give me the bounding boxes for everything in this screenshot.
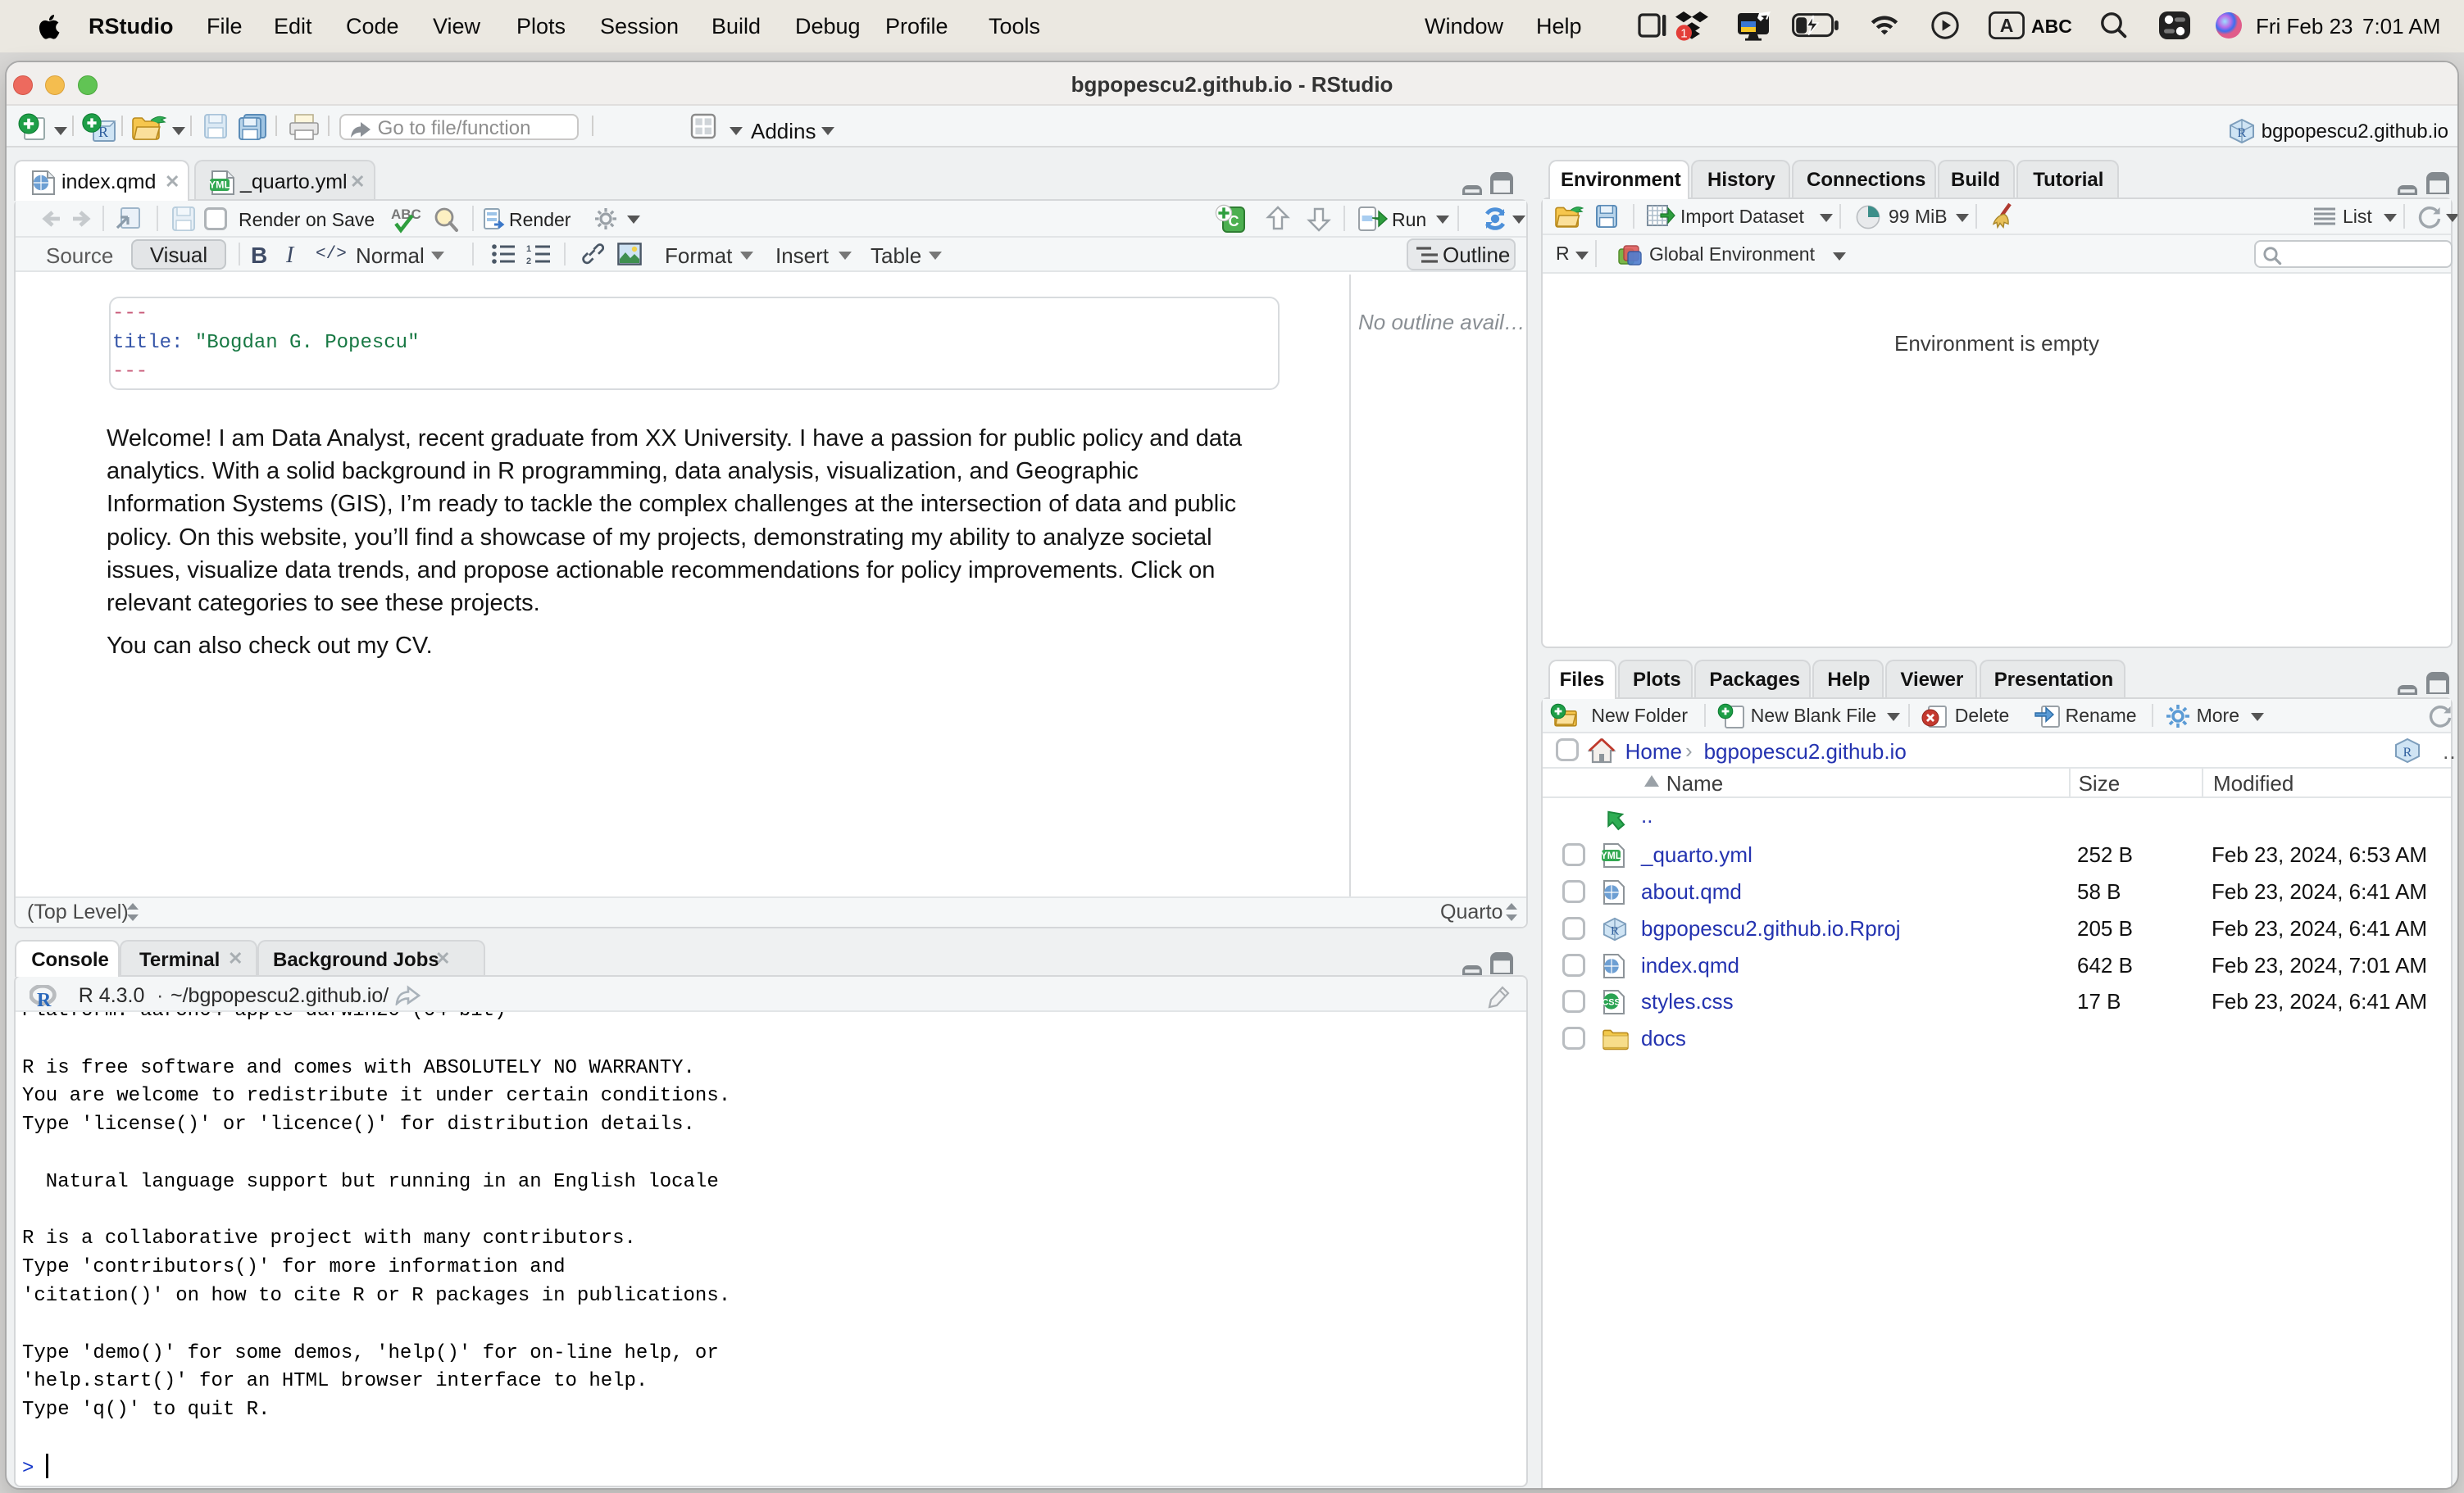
svg-text:YML: YML <box>1602 850 1621 861</box>
svg-text:CSS: CSS <box>1602 998 1620 1008</box>
svg-text:YML: YML <box>209 179 231 191</box>
svg-text:R: R <box>2403 746 2412 760</box>
svg-text:A: A <box>2000 15 2014 36</box>
svg-text:1: 1 <box>526 244 531 254</box>
svg-text:R: R <box>1611 924 1620 937</box>
svg-text:R: R <box>2238 126 2247 140</box>
svg-text:R: R <box>37 990 52 1008</box>
svg-text:2: 2 <box>526 256 531 265</box>
svg-text:ABC: ABC <box>391 206 421 222</box>
svg-text:1: 1 <box>1680 27 1687 41</box>
